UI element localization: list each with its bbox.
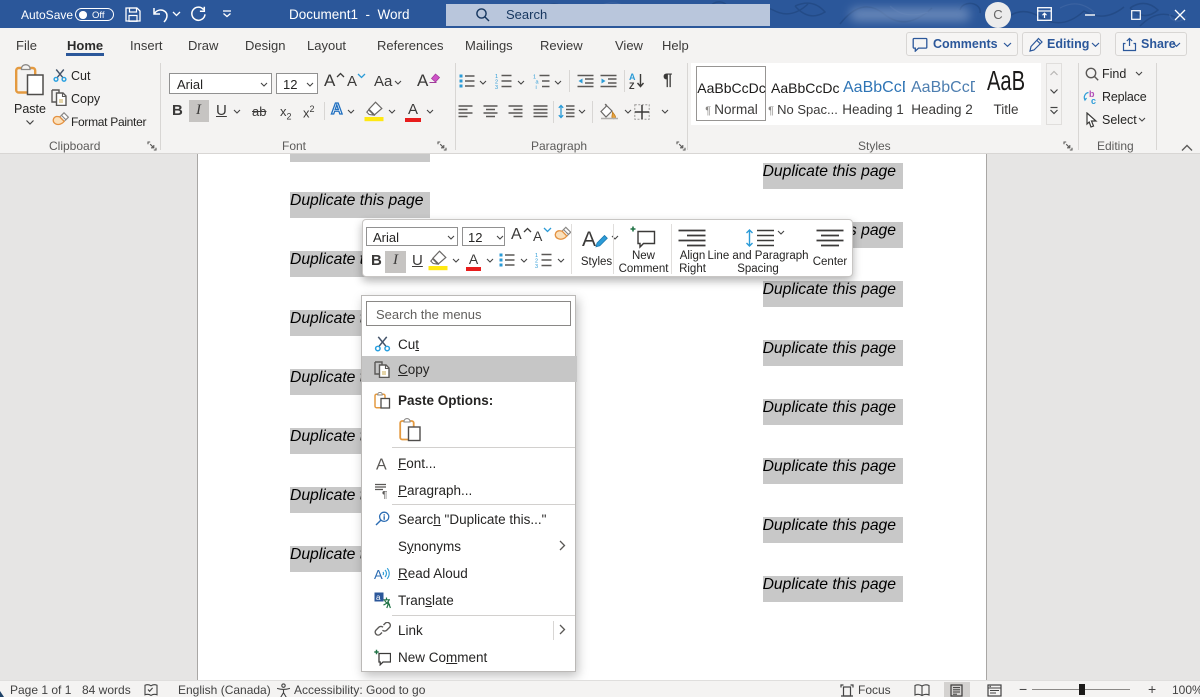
svg-text:Z: Z — [629, 81, 635, 90]
svg-text:A: A — [582, 228, 596, 251]
svg-text:¶: ¶ — [382, 490, 387, 499]
svg-text:i: i — [536, 85, 537, 89]
svg-text:3: 3 — [495, 85, 498, 89]
svg-text:3: 3 — [535, 264, 538, 268]
svg-text:a: a — [376, 593, 381, 602]
svg-text:A: A — [376, 456, 387, 472]
svg-text:A: A — [374, 567, 383, 582]
svg-text:c: c — [1091, 96, 1096, 105]
